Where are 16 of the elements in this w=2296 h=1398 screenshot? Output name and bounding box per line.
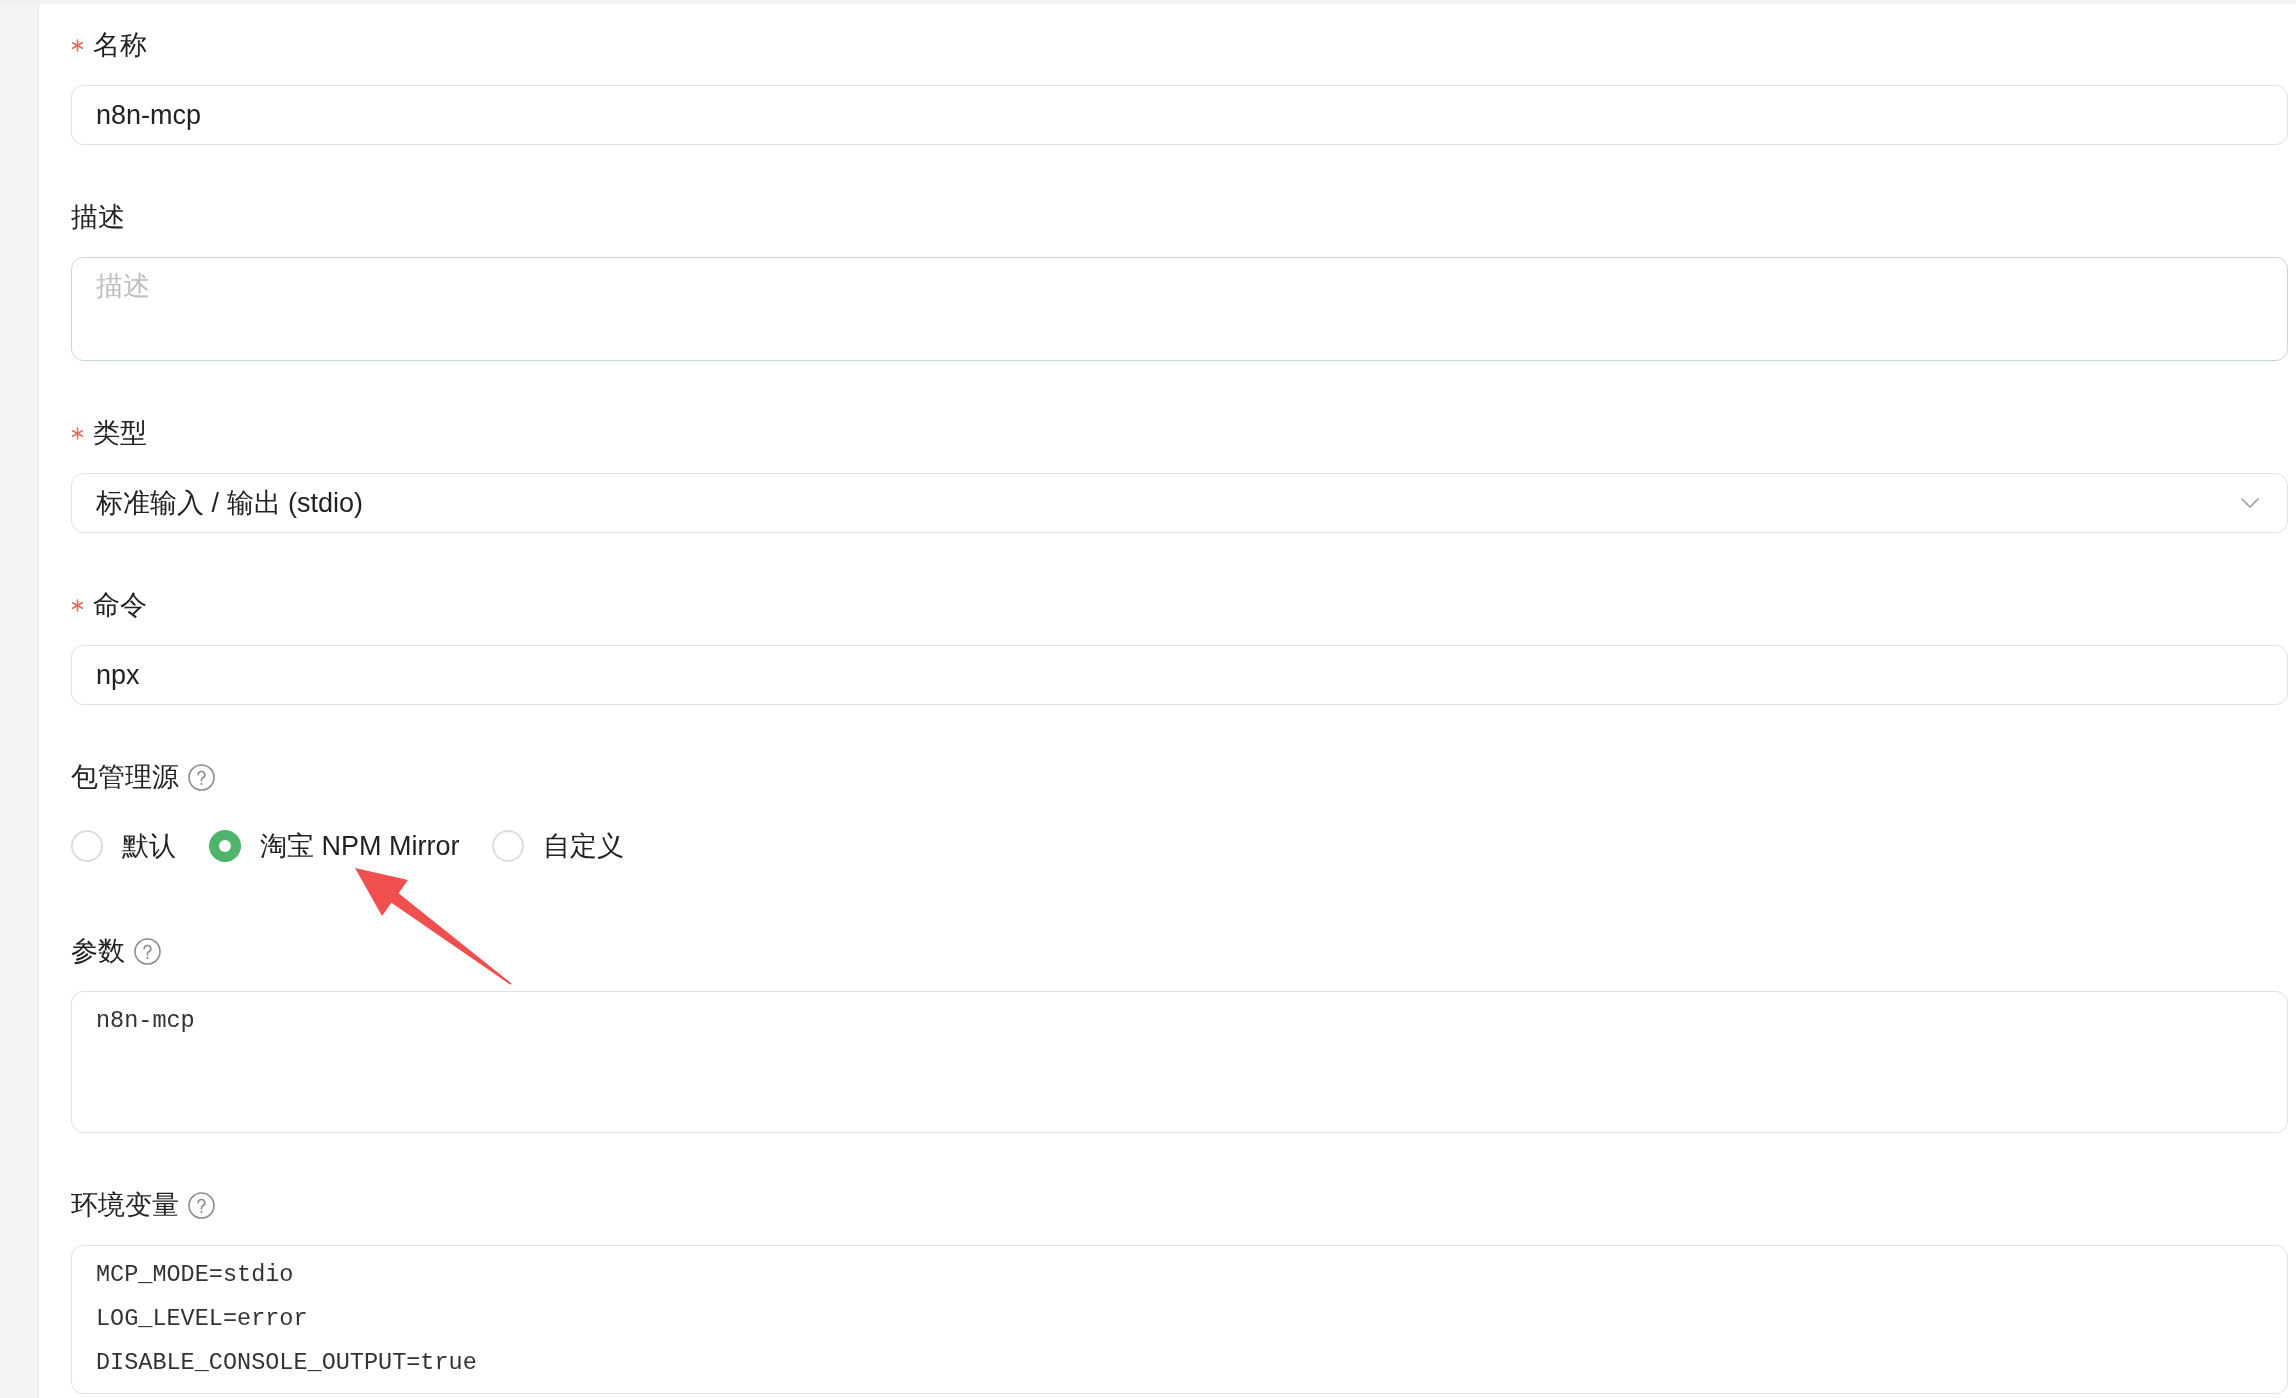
field-label: 参数 (71, 935, 125, 968)
field-label: 描述 (71, 201, 125, 234)
radio-option[interactable]: 默认 (71, 826, 176, 866)
field-label: 名称 (93, 29, 147, 62)
code-area[interactable]: MCP_MODE=stdio LOG_LEVEL=error DISABLE_CONSOLE_OUTPUT=true (71, 1245, 2288, 1394)
code-area[interactable]: n8n-mcp (71, 991, 2288, 1133)
field-label: 命令 (93, 589, 147, 622)
radio-option[interactable]: 自定义 (492, 826, 625, 866)
field-label: 环境变量 (71, 1189, 179, 1222)
field-label: 类型 (93, 417, 147, 450)
select-field[interactable]: 标准输入 / 输出 (stdio) (71, 473, 2288, 533)
field-label: 包管理源 (71, 761, 179, 794)
input-field[interactable]: n8n-mcp (71, 85, 2288, 145)
chevron-down-icon (2241, 498, 2259, 508)
radio-option[interactable]: 淘宝 NPM Mirror (209, 826, 460, 866)
input-field[interactable]: npx (71, 645, 2288, 705)
